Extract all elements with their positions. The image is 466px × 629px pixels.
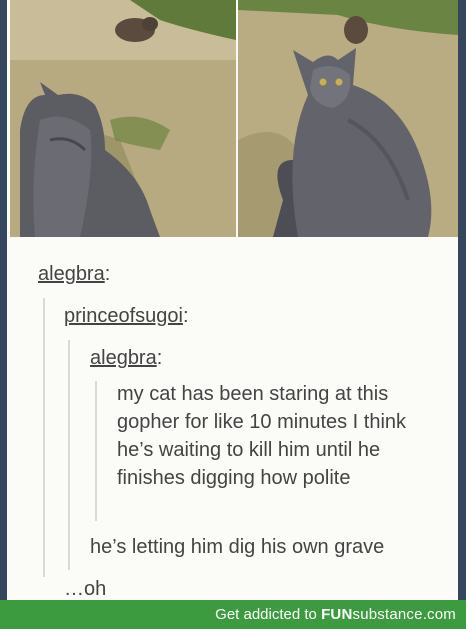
photo-cat-back-image <box>10 0 236 237</box>
username-link[interactable]: alegbra <box>90 347 157 369</box>
footer-tagline: Get addicted to <box>215 606 317 623</box>
quote-bar-level-3 <box>95 381 97 521</box>
photo-cat-looking-back <box>238 0 458 237</box>
photo-cat-shoulder-image <box>238 0 458 237</box>
username-link[interactable]: princeofsugoi <box>64 305 183 327</box>
username-link[interactable]: alegbra <box>38 263 105 285</box>
logo-dotcom: .com <box>422 606 456 623</box>
reply-text-dig-grave: he’s letting him dig his own grave <box>90 536 385 558</box>
logo-substance: substance <box>352 606 423 623</box>
username-colon: : <box>182 305 189 327</box>
quote-bar-level-2 <box>68 340 70 570</box>
tumblr-post-card: alegbra: princeofsugoi: alegbra: my cat … <box>7 0 458 600</box>
original-post-text: my cat has been staring at this gopher f… <box>117 383 407 489</box>
reblog-username-princeofsugoi[interactable]: princeofsugoi: <box>64 304 189 328</box>
reblog-username-alegbra[interactable]: alegbra: <box>38 262 110 286</box>
funsubstance-footer-banner[interactable]: Get addicted to FUNsubstance.com <box>0 600 466 629</box>
username-colon: : <box>156 347 163 369</box>
reply-text-oh: …oh <box>64 578 107 600</box>
funsubstance-logo[interactable]: FUNsubstance.com <box>321 606 456 623</box>
reblog-username-alegbra-original[interactable]: alegbra: <box>90 346 162 370</box>
quote-bar-level-1 <box>43 298 45 577</box>
logo-fun: FUN <box>321 606 353 623</box>
username-colon: : <box>104 263 111 285</box>
photo-cat-watching-gopher <box>10 0 236 237</box>
